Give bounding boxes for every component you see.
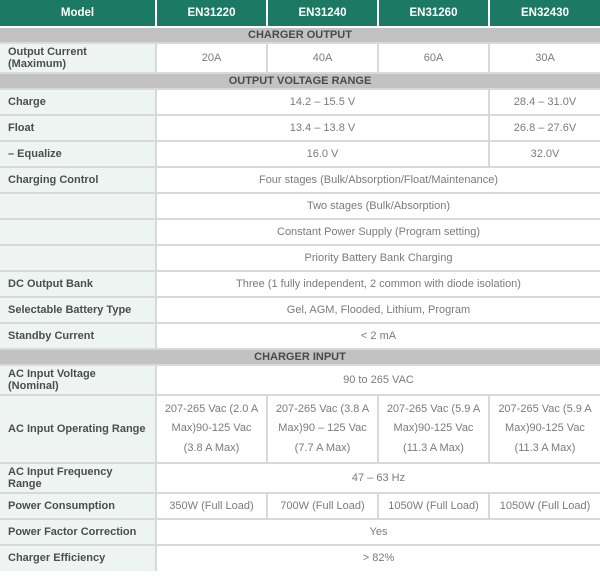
value-all-models: Gel, AGM, Flooded, Lithium, Program (156, 297, 600, 323)
row-ac-input-voltage: AC Input Voltage (Nominal) 90 to 265 VAC (0, 365, 600, 395)
row-selectable-battery-type: Selectable Battery Type Gel, AGM, Floode… (0, 297, 600, 323)
row-label-empty (0, 193, 156, 219)
section-title: CHARGER OUTPUT (0, 27, 600, 43)
row-charge: Charge 14.2 – 15.5 V 28.4 – 31.0V (0, 89, 600, 115)
value-en32430: 207-265 Vac (5.9 A Max)90-125 Vac (11.3 … (489, 395, 600, 463)
row-equalize: – Equalize 16.0 V 32.0V (0, 141, 600, 167)
value-en32430: 32.0V (489, 141, 600, 167)
column-header-en32430: EN32430 (489, 0, 600, 27)
row-charging-control-2: Two stages (Bulk/Absorption) (0, 193, 600, 219)
value-en31220: 20A (156, 43, 267, 73)
charging-mode-2: Two stages (Bulk/Absorption) (156, 193, 600, 219)
value-en31240: 207-265 Vac (3.8 A Max)90 – 125 Vac (7.7… (267, 395, 378, 463)
row-label: Float (0, 115, 156, 141)
charger-spec-table: Model EN31220 EN31240 EN31260 EN32430 CH… (0, 0, 600, 571)
row-power-factor-correction: Power Factor Correction Yes (0, 519, 600, 545)
value-en31260: 207-265 Vac (5.9 A Max)90-125 Vac (11.3 … (378, 395, 489, 463)
row-label: Power Consumption (0, 493, 156, 519)
section-charger-output: CHARGER OUTPUT (0, 27, 600, 43)
row-label: Charge (0, 89, 156, 115)
value-all-models: Three (1 fully independent, 2 common wit… (156, 271, 600, 297)
row-label: AC Input Frequency Range (0, 463, 156, 493)
row-charging-control-3: Constant Power Supply (Program setting) (0, 219, 600, 245)
value-en32430: 26.8 – 27.6V (489, 115, 600, 141)
value-en32430: 28.4 – 31.0V (489, 89, 600, 115)
charging-mode-4: Priority Battery Bank Charging (156, 245, 600, 271)
value-en31240: 40A (267, 43, 378, 73)
row-output-current: Output Current (Maximum) 20A 40A 60A 30A (0, 43, 600, 73)
value-en31220: 207-265 Vac (2.0 A Max)90-125 Vac (3.8 A… (156, 395, 267, 463)
row-charger-efficiency: Charger Efficiency > 82% (0, 545, 600, 571)
row-label: Output Current (Maximum) (0, 43, 156, 73)
value-en31220: 350W (Full Load) (156, 493, 267, 519)
value-en31260: 60A (378, 43, 489, 73)
section-title: OUTPUT VOLTAGE RANGE (0, 73, 600, 89)
charging-mode-3: Constant Power Supply (Program setting) (156, 219, 600, 245)
value-en31220-31260: 16.0 V (156, 141, 489, 167)
value-all-models: > 82% (156, 545, 600, 571)
row-label: Standby Current (0, 323, 156, 349)
row-power-consumption: Power Consumption 350W (Full Load) 700W … (0, 493, 600, 519)
section-output-voltage-range: OUTPUT VOLTAGE RANGE (0, 73, 600, 89)
section-title: CHARGER INPUT (0, 349, 600, 365)
row-label: AC Input Voltage (Nominal) (0, 365, 156, 395)
row-label: – Equalize (0, 141, 156, 167)
row-label: DC Output Bank (0, 271, 156, 297)
value-all-models: < 2 mA (156, 323, 600, 349)
value-en32430: 1050W (Full Load) (489, 493, 600, 519)
row-standby-current: Standby Current < 2 mA (0, 323, 600, 349)
column-header-en31220: EN31220 (156, 0, 267, 27)
row-label-empty (0, 219, 156, 245)
value-all-models: 47 – 63 Hz (156, 463, 600, 493)
row-charging-control-4: Priority Battery Bank Charging (0, 245, 600, 271)
charging-mode-1: Four stages (Bulk/Absorption/Float/Maint… (156, 167, 600, 193)
row-label-empty (0, 245, 156, 271)
model-header-cell: Model (0, 0, 156, 27)
row-float: Float 13.4 – 13.8 V 26.8 – 27.6V (0, 115, 600, 141)
row-label: Selectable Battery Type (0, 297, 156, 323)
value-en31220-31260: 14.2 – 15.5 V (156, 89, 489, 115)
value-en31220-31260: 13.4 – 13.8 V (156, 115, 489, 141)
value-all-models: 90 to 265 VAC (156, 365, 600, 395)
value-en31240: 700W (Full Load) (267, 493, 378, 519)
value-en31260: 1050W (Full Load) (378, 493, 489, 519)
row-label: Charging Control (0, 167, 156, 193)
row-ac-input-frequency-range: AC Input Frequency Range 47 – 63 Hz (0, 463, 600, 493)
column-header-en31260: EN31260 (378, 0, 489, 27)
column-header-en31240: EN31240 (267, 0, 378, 27)
table-header-row: Model EN31220 EN31240 EN31260 EN32430 (0, 0, 600, 27)
row-dc-output-bank: DC Output Bank Three (1 fully independen… (0, 271, 600, 297)
value-all-models: Yes (156, 519, 600, 545)
row-label: Charger Efficiency (0, 545, 156, 571)
row-ac-input-operating-range: AC Input Operating Range 207-265 Vac (2.… (0, 395, 600, 463)
section-charger-input: CHARGER INPUT (0, 349, 600, 365)
row-charging-control: Charging Control Four stages (Bulk/Absor… (0, 167, 600, 193)
row-label: Power Factor Correction (0, 519, 156, 545)
value-en32430: 30A (489, 43, 600, 73)
row-label: AC Input Operating Range (0, 395, 156, 463)
